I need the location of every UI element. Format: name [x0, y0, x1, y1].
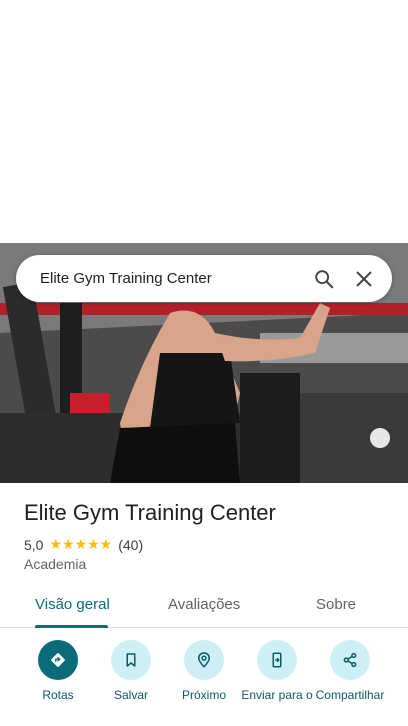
rating-row[interactable]: 5,0 ★★★★★ (40)	[24, 536, 143, 553]
search-bar[interactable]: Elite Gym Training Center	[16, 255, 392, 302]
close-icon[interactable]	[344, 259, 384, 299]
directions-label: Rotas	[42, 688, 74, 702]
tab-overview[interactable]: Visão geral	[35, 596, 110, 613]
map-area	[0, 0, 408, 243]
tab-bar: Visão geral Avaliações Sobre	[0, 584, 408, 628]
rating-value: 5,0	[24, 536, 44, 553]
send-to-phone-label: Enviar para o	[241, 688, 313, 702]
place-title: Elite Gym Training Center	[24, 500, 276, 525]
search-query[interactable]: Elite Gym Training Center	[40, 270, 304, 287]
share-button[interactable]: Compartilhar	[313, 640, 387, 703]
nearby-icon	[184, 640, 224, 680]
directions-button[interactable]: Rotas	[21, 640, 95, 703]
share-icon	[330, 640, 370, 680]
nearby-label: Próximo	[181, 688, 226, 702]
action-bar: Rotas Salvar Próximo Enviar para o Compa…	[0, 640, 408, 726]
nearby-button[interactable]: Próximo	[167, 640, 241, 703]
save-label: Salvar	[113, 688, 148, 702]
share-label: Compartilhar	[315, 688, 385, 702]
tab-indicator	[35, 625, 108, 628]
place-category[interactable]: Academia	[24, 556, 86, 572]
send-to-phone-icon	[257, 640, 297, 680]
send-to-phone-button[interactable]: Enviar para o	[240, 640, 314, 703]
directions-icon	[38, 640, 78, 680]
star-rating: ★★★★★	[49, 536, 113, 552]
tab-about[interactable]: Sobre	[316, 596, 356, 613]
review-count[interactable]: (40)	[118, 537, 143, 553]
save-button[interactable]: Salvar	[94, 640, 168, 703]
bookmark-icon	[111, 640, 151, 680]
search-icon[interactable]	[304, 259, 344, 299]
tab-reviews[interactable]: Avaliações	[168, 596, 240, 613]
